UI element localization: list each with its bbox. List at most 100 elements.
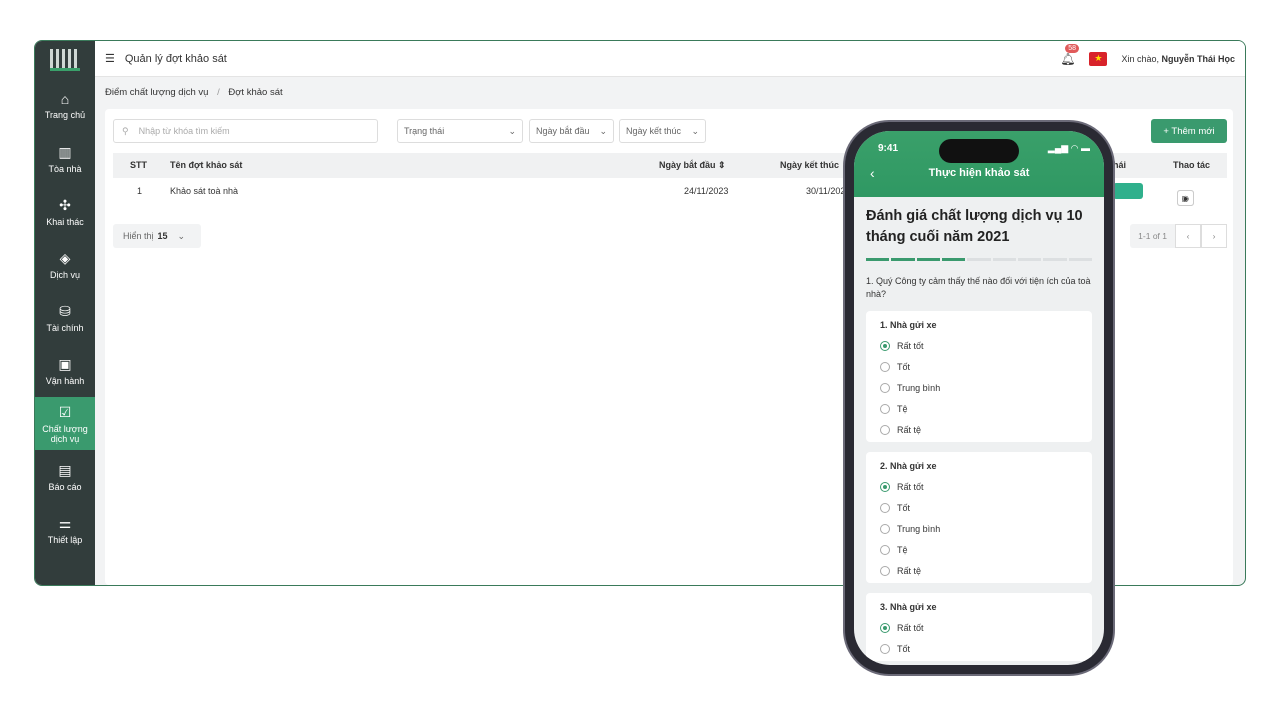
signal-wifi-battery-icon: ▂▄▆ ◠ ▬ xyxy=(1047,143,1090,153)
card-title: 1. Nhà gửi xe xyxy=(880,320,937,330)
add-new-button[interactable]: + Thêm mới xyxy=(1151,119,1227,143)
breadcrumb: Điểm chất lượng dịch vụ / Đợt khảo sát xyxy=(105,87,283,98)
sidebar: ⌂ Trang chủ ▥ Tòa nhà ✣ Khai thác ◈ Dịch vụ ⛁ Tài… xyxy=(35,41,95,585)
radio-icon xyxy=(880,643,890,654)
bell-icon[interactable]: 🔔︎ 58 xyxy=(1060,43,1079,66)
radio-icon xyxy=(880,340,890,351)
phone-header: 9:41 ▂▄▆ ◠ ▬ ‹ Thực hiện khảo sát xyxy=(854,131,1104,197)
user-greeting[interactable]: Xin chào, Nguyễn Thái Học xyxy=(1121,54,1235,64)
breadcrumb-current: Đợt khảo sát xyxy=(228,87,283,98)
progress-segment xyxy=(967,258,991,261)
status-time: 9:41 xyxy=(878,143,899,154)
radio-option[interactable]: Rất tệ xyxy=(880,419,1078,440)
col-actions: Thao tác xyxy=(1173,160,1211,170)
page-title: Quản lý đợt khảo sát xyxy=(124,52,227,65)
radio-icon xyxy=(880,424,890,435)
radio-option[interactable]: Trung bình xyxy=(880,518,1078,539)
question-card: 2. Nhà gửi xe Rất tốt Tốt Trung bình Tệ Rất t… xyxy=(866,452,1092,583)
sidebar-item-label: Dịch vụ xyxy=(49,269,80,280)
radio-option[interactable]: Rất tốt xyxy=(880,335,1078,356)
radio-icon xyxy=(880,481,890,492)
radio-icon xyxy=(880,565,890,576)
building-icon: ▥ xyxy=(58,143,72,160)
col-end[interactable]: Ngày kết thúc ⇕ xyxy=(780,160,849,171)
home-icon: ⌂ xyxy=(60,91,70,107)
phone-title: Thực hiện khảo sát xyxy=(928,167,1030,179)
phone-mockup: 9:41 ▂▄▆ ◠ ▬ ‹ Thực hiện khảo sát Đánh g… xyxy=(845,122,1113,674)
col-name: Tên đợt khảo sát xyxy=(170,160,243,170)
radio-icon xyxy=(880,502,890,513)
progress-segment xyxy=(1043,258,1067,261)
sidebar-item-label: Tòa nhà xyxy=(48,163,82,174)
col-stt: STT xyxy=(130,160,147,170)
col-status: hái xyxy=(1113,160,1127,170)
sidebar-item-label: Khai thác xyxy=(46,216,84,227)
sidebar-item[interactable]: ▥ Tòa nhà xyxy=(35,132,95,185)
card-title: 2. Nhà gửi xe xyxy=(880,461,937,471)
chevron-down-icon: ⌄ xyxy=(508,125,516,136)
status-filter[interactable]: Trạng thái ⌄ xyxy=(397,119,523,143)
sidebar-item[interactable]: ◈ Dịch vụ xyxy=(35,238,95,291)
breadcrumb-separator: / xyxy=(217,87,220,98)
sidebar-item[interactable]: ⛁ Tài chính xyxy=(35,291,95,344)
search-input[interactable]: ⚲ Nhập từ khóa tìm kiếm xyxy=(113,119,378,143)
radio-icon xyxy=(880,382,890,393)
radio-option[interactable]: Tốt xyxy=(880,497,1078,518)
sidebar-item[interactable]: ☑ Chất lượng dịch vụ xyxy=(35,397,95,450)
sidebar-item[interactable]: ✣ Khai thác xyxy=(35,185,95,238)
coins-icon: ⛁ xyxy=(59,302,71,319)
sidebar-item[interactable]: ⌂ Trang chủ xyxy=(35,79,95,132)
menu-toggle-icon[interactable]: ☰ xyxy=(105,52,115,65)
radio-option[interactable]: Tốt xyxy=(880,356,1078,377)
sidebar-item-label: Vận hành xyxy=(45,375,85,386)
progress-segment xyxy=(916,258,940,261)
radio-option[interactable]: Tệ xyxy=(880,398,1078,419)
progress-segment xyxy=(866,258,890,261)
top-bar: ☰ Quản lý đợt khảo sát 🔔︎ 58 ★ Xin chào, … xyxy=(95,41,1245,77)
report-icon: ▤ xyxy=(58,461,72,478)
radio-icon xyxy=(880,361,890,372)
question-text: 1. Quý Công ty cảm thấy thế nào đối với … xyxy=(866,276,1091,299)
radio-option[interactable]: Rất tốt xyxy=(880,617,1078,638)
dynamic-island xyxy=(939,139,1019,163)
col-start[interactable]: Ngày bắt đầu ⇕ xyxy=(659,160,726,171)
radio-option[interactable]: Trung bình xyxy=(880,377,1078,398)
prev-page-button[interactable]: ‹ xyxy=(1175,224,1201,248)
status-badge xyxy=(1113,183,1143,199)
progress-segment xyxy=(992,258,1016,261)
send-icon[interactable]: ▷ xyxy=(1177,190,1194,206)
layers-icon: ◈ xyxy=(59,249,71,266)
radio-option[interactable]: Tốt xyxy=(880,638,1078,659)
sidebar-item[interactable]: ▤ Báo cáo xyxy=(35,450,95,503)
radio-icon xyxy=(880,544,890,555)
end-date-filter[interactable]: Ngày kết thúc ⌄ xyxy=(619,119,706,143)
question-card: 1. Nhà gửi xe Rất tốt Tốt Trung bình Tệ Rất t… xyxy=(866,311,1092,442)
start-date-filter[interactable]: Ngày bắt đầu ⌄ xyxy=(529,119,614,143)
card-title: 3. Nhà gửi xe xyxy=(880,602,937,612)
sidebar-item-label: Thiết lập xyxy=(47,534,83,545)
logo xyxy=(35,41,95,79)
notification-badge: 58 xyxy=(1065,43,1079,53)
radio-icon xyxy=(880,622,890,633)
survey-title: Đánh giá chất lượng dịch vụ 10 tháng cuố… xyxy=(866,208,1083,245)
radio-option[interactable]: Rất tệ xyxy=(880,560,1078,581)
vietnam-flag-icon[interactable]: ★ xyxy=(1089,51,1108,66)
radio-icon xyxy=(880,523,890,534)
sidebar-item[interactable]: ⚌ Thiết lập xyxy=(35,503,95,556)
sidebar-item-label: Trang chủ xyxy=(44,110,86,120)
breadcrumb-parent[interactable]: Điểm chất lượng dịch vụ xyxy=(105,87,208,98)
sliders-icon: ⚌ xyxy=(58,514,72,531)
radio-option[interactable]: Rất tốt xyxy=(880,476,1078,497)
progress-segment xyxy=(1017,258,1042,261)
survey-progress xyxy=(866,258,1092,261)
sidebar-item[interactable]: ▣ Vận hành xyxy=(35,344,95,397)
page-size-select[interactable]: Hiển thị 15 ⌄ xyxy=(113,224,201,248)
progress-segment xyxy=(1068,258,1092,261)
chevron-down-icon: ⌄ xyxy=(599,125,607,136)
radio-icon xyxy=(880,403,890,414)
chevron-down-icon: ⌄ xyxy=(691,125,699,136)
progress-segment xyxy=(941,258,966,261)
next-page-button[interactable]: › xyxy=(1201,224,1227,248)
calendar-check-icon: ☑ xyxy=(58,403,72,420)
radio-option[interactable]: Tệ xyxy=(880,539,1078,560)
